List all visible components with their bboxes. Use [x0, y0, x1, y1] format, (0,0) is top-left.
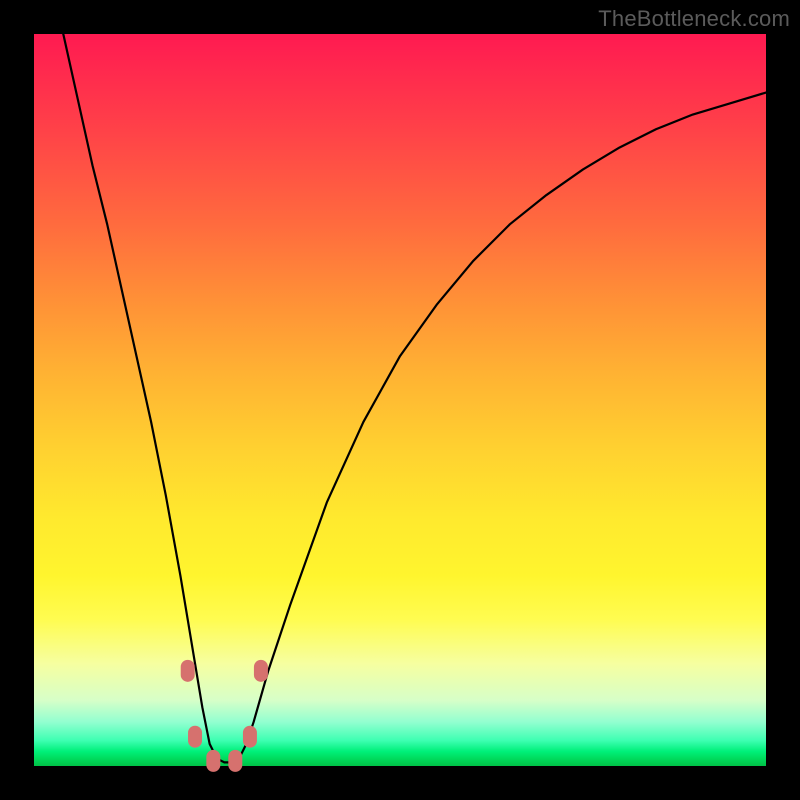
bottleneck-curve: [63, 34, 766, 762]
curve-marker: [254, 660, 268, 682]
curve-marker: [228, 750, 242, 772]
chart-svg: [34, 34, 766, 766]
curve-marker: [243, 726, 257, 748]
attribution-text: TheBottleneck.com: [598, 6, 790, 32]
curve-marker: [206, 750, 220, 772]
chart-plot-area: [34, 34, 766, 766]
curve-marker: [188, 726, 202, 748]
curve-marker: [181, 660, 195, 682]
